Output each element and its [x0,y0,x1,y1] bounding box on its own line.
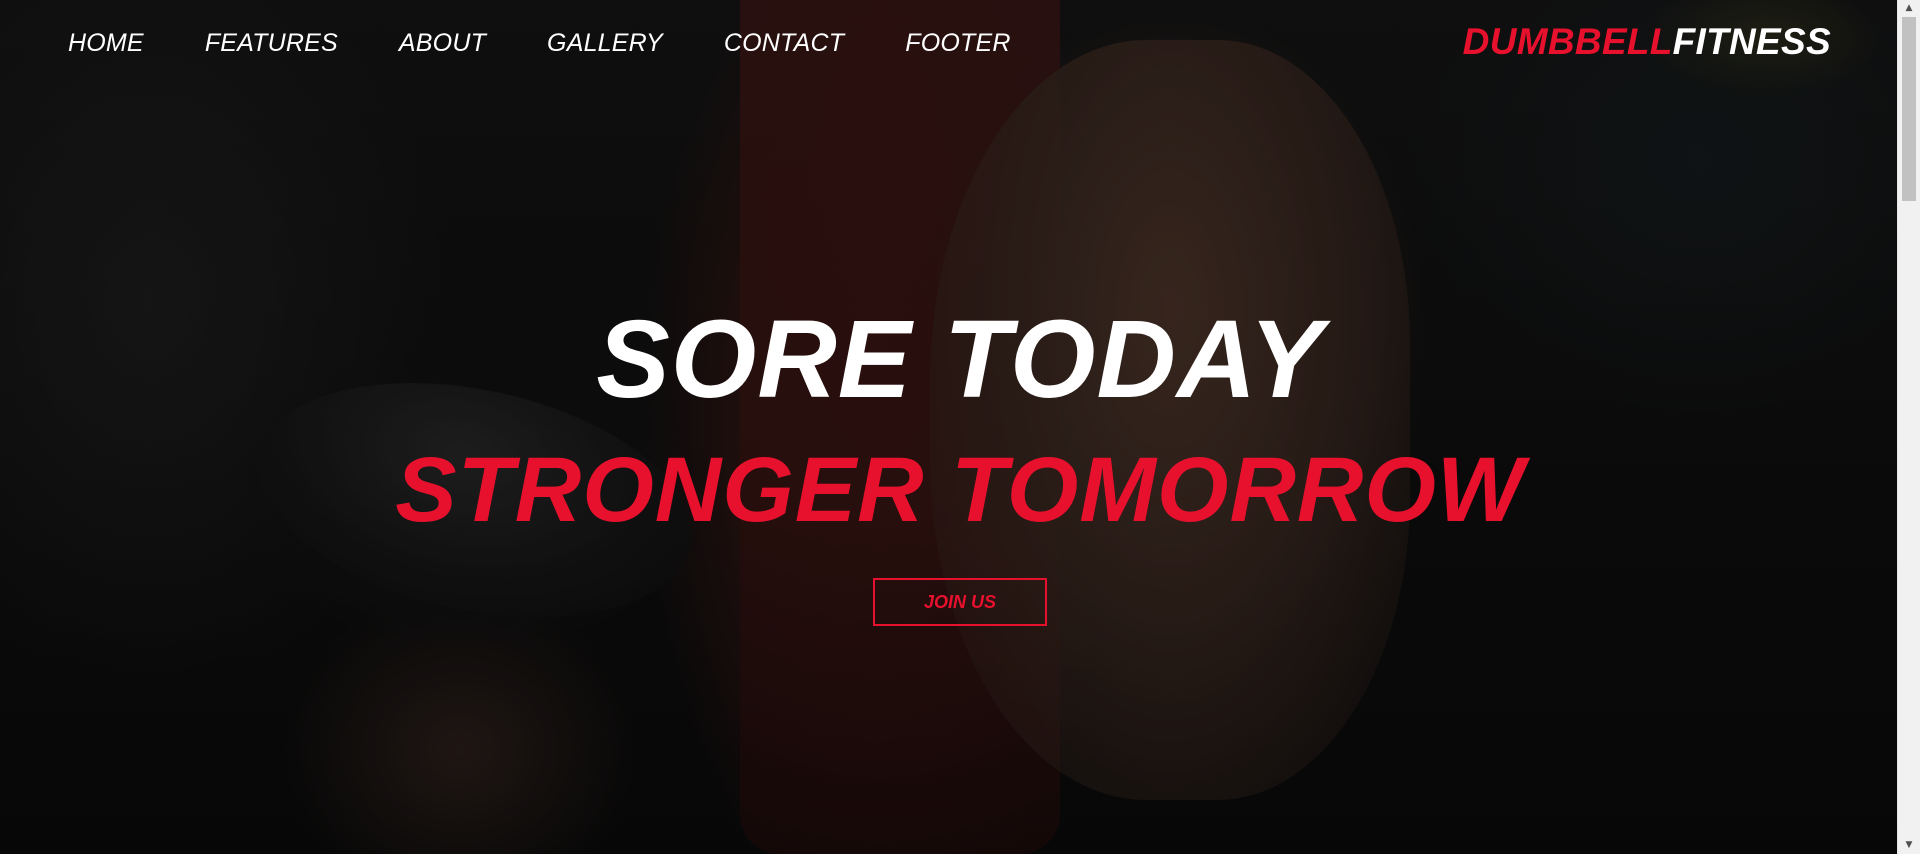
nav-link-features[interactable]: FEATURES [205,26,338,60]
brand-logo[interactable]: DUMBBELLFITNESS [1463,20,1831,64]
brand-logo-part2: FITNESS [1672,21,1831,62]
nav-link-gallery[interactable]: GALLERY [547,26,663,60]
hero-headline-bottom: STRONGER TOMORROW [395,439,1525,541]
nav-links: HOME FEATURES ABOUT GALLERY CONTACT FOOT… [68,26,1072,60]
hero-headline-top: SORE TODAY [596,298,1324,421]
nav-link-about[interactable]: ABOUT [399,26,486,60]
scrollbar-thumb[interactable] [1902,17,1916,201]
navbar: HOME FEATURES ABOUT GALLERY CONTACT FOOT… [0,0,1897,86]
page-scrollbar[interactable]: ▲ ▼ [1897,0,1920,854]
hero-overlay [0,0,1897,854]
page-viewport: HOME FEATURES ABOUT GALLERY CONTACT FOOT… [0,0,1897,854]
brand-logo-part1: DUMBBELL [1462,21,1673,62]
nav-link-contact[interactable]: CONTACT [724,26,844,60]
chevron-down-icon[interactable]: ▼ [1898,837,1920,854]
join-us-button[interactable]: JOIN US [873,578,1047,626]
chevron-up-icon[interactable]: ▲ [1898,0,1920,17]
nav-link-home[interactable]: HOME [68,26,144,60]
nav-link-footer[interactable]: FOOTER [905,26,1010,60]
